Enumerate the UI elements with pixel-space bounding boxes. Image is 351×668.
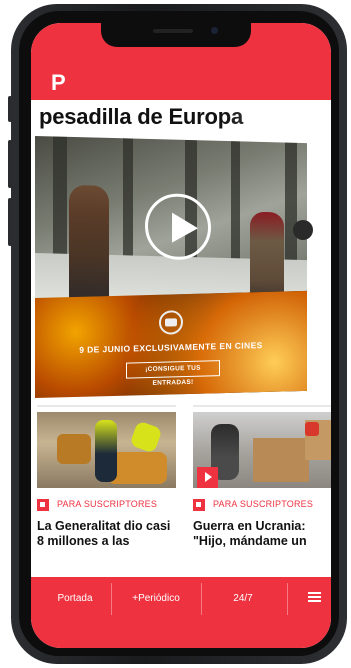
subscriber-tag: PARA SUSCRIPTORES (193, 498, 331, 512)
video-play-icon[interactable] (197, 467, 218, 488)
play-icon[interactable] (145, 192, 211, 261)
notch (101, 23, 251, 47)
ad-banner[interactable]: 9 DE JUNIO EXCLUSIVAMENTE EN CINES ¡CONS… (35, 290, 307, 398)
headline-fade (221, 104, 331, 132)
subscriber-tag: PARA SUSCRIPTORES (37, 498, 176, 512)
side-button (8, 96, 12, 122)
card-divider (37, 405, 176, 407)
card-title[interactable]: La Generalitat dio casi 8 millones a las (37, 519, 176, 549)
subscriber-icon (193, 499, 205, 511)
subscriber-label: PARA SUSCRIPTORES (213, 499, 314, 509)
ad-date-text: 9 DE JUNIO EXCLUSIVAMENTE EN CINES (79, 340, 263, 355)
card-title[interactable]: Guerra en Ucrania: "Hijo, mándame un (193, 519, 331, 549)
thumb-box (253, 438, 309, 482)
volume-up-button (8, 140, 12, 188)
volume-down-button (8, 198, 12, 246)
video-player[interactable] (35, 136, 307, 316)
play-triangle (172, 212, 198, 244)
video-indicator-dot (293, 220, 313, 240)
thumb-chair (57, 434, 91, 464)
front-camera (211, 27, 218, 34)
thumb-bag (305, 422, 319, 436)
thumb-worker (129, 420, 163, 454)
speaker (153, 29, 193, 33)
phone-screen: P pesadilla de Europa 9 DE JUNIO EXCLUSI… (31, 23, 331, 648)
ad-logo-icon (159, 310, 183, 335)
thumb-worker (95, 420, 117, 482)
nav-portada[interactable]: Portada (43, 593, 107, 604)
nav-divider (287, 583, 288, 615)
hamburger-menu-icon[interactable] (308, 592, 321, 602)
nav-24-7[interactable]: 24/7 (205, 593, 281, 604)
card-thumbnail[interactable] (37, 412, 176, 488)
nav-divider (201, 583, 202, 615)
ad-cta-button[interactable]: ¡CONSIGUE TUS ENTRADAS! (126, 360, 220, 387)
card-thumbnail[interactable] (193, 412, 331, 488)
nav-periodico[interactable]: +Periódico (115, 593, 197, 604)
nav-divider (111, 583, 112, 615)
subscriber-label: PARA SUSCRIPTORES (57, 499, 158, 509)
brand-logo[interactable]: P (51, 72, 71, 94)
video-person-left (69, 184, 109, 304)
subscriber-icon (37, 499, 49, 511)
card-divider (193, 405, 331, 407)
bottom-nav: Portada +Periódico 24/7 (31, 577, 331, 648)
